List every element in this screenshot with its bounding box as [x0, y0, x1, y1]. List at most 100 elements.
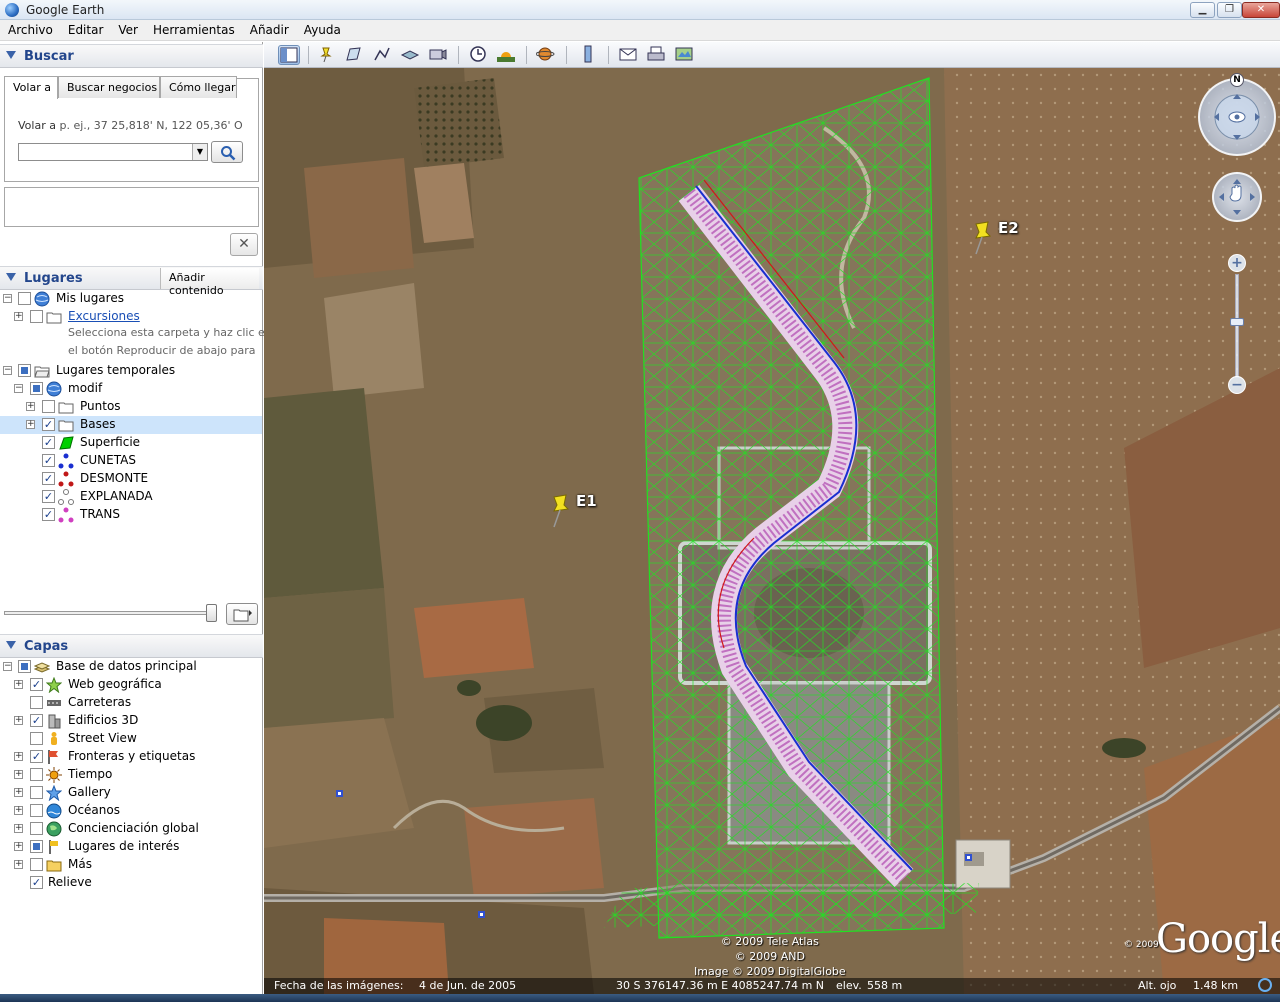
tree-item-superficie[interactable]: ✓ Superficie — [0, 434, 262, 452]
tree-item-trans[interactable]: ✓ TRANS — [0, 506, 262, 524]
checkbox[interactable] — [30, 786, 43, 799]
checkbox[interactable]: ✓ — [42, 490, 55, 503]
close-button[interactable]: ✕ — [1242, 2, 1280, 18]
tree-item-cunetas[interactable]: ✓ CUNETAS — [0, 452, 262, 470]
checkbox[interactable]: ✓ — [30, 678, 43, 691]
tab-volar-a[interactable]: Volar a — [4, 76, 58, 99]
add-overlay-button[interactable] — [400, 45, 422, 65]
point-marker[interactable] — [336, 790, 343, 797]
zoom-slider-handle[interactable] — [1230, 318, 1244, 326]
checkbox[interactable] — [30, 822, 43, 835]
tree-item-modif[interactable]: − modif — [0, 380, 262, 398]
point-marker[interactable] — [965, 854, 972, 861]
expand-toggle[interactable]: + — [14, 842, 23, 851]
checkbox[interactable]: ✓ — [42, 472, 55, 485]
tree-item-lugares-temporales[interactable]: − Lugares temporales — [0, 362, 262, 380]
maximize-button[interactable]: ❐ — [1217, 2, 1242, 18]
ruler-button[interactable] — [578, 45, 600, 65]
checkbox[interactable] — [42, 400, 55, 413]
collapse-toggle[interactable]: − — [3, 662, 12, 671]
checkbox[interactable]: ✓ — [30, 750, 43, 763]
menu-editar[interactable]: Editar — [60, 20, 111, 40]
checkbox[interactable]: ✓ — [42, 436, 55, 449]
email-button[interactable] — [618, 45, 640, 65]
checkbox[interactable] — [30, 310, 43, 323]
checkbox[interactable]: ✓ — [30, 876, 43, 889]
expand-toggle[interactable]: + — [14, 312, 23, 321]
pushpin-icon[interactable] — [548, 493, 574, 533]
compass-north[interactable]: N — [1230, 73, 1244, 87]
search-section-header[interactable]: Buscar — [0, 44, 263, 68]
layer-lugares-interes[interactable]: + Lugares de interés — [0, 838, 262, 856]
checkbox[interactable] — [30, 382, 43, 395]
menu-ver[interactable]: Ver — [110, 20, 145, 40]
layer-street-view[interactable]: Street View — [0, 730, 262, 748]
add-placemark-button[interactable] — [316, 45, 338, 65]
point-marker[interactable] — [478, 911, 485, 918]
tour-slider-track[interactable] — [4, 611, 216, 615]
expand-toggle[interactable]: + — [14, 806, 23, 815]
layers-section-header[interactable]: Capas — [0, 634, 263, 658]
zoom-in-button[interactable]: + — [1228, 254, 1246, 272]
add-content-button[interactable]: Añadir contenido — [160, 268, 259, 297]
clear-search-button[interactable]: ✕ — [230, 233, 258, 256]
expand-toggle[interactable]: + — [14, 788, 23, 797]
checkbox[interactable] — [18, 292, 31, 305]
sidebar-toggle-button[interactable] — [278, 45, 300, 65]
map-view[interactable]: E1 E2 N + − © 2009 Tele Atlas © 2009 AND… — [264, 68, 1280, 994]
collapse-toggle[interactable]: − — [3, 366, 12, 375]
search-results[interactable] — [4, 187, 259, 227]
checkbox[interactable] — [30, 732, 43, 745]
tab-buscar-negocios[interactable]: Buscar negocios — [58, 76, 160, 98]
historical-imagery-button[interactable] — [468, 45, 490, 65]
checkbox[interactable] — [18, 660, 31, 673]
layer-gallery[interactable]: + Gallery — [0, 784, 262, 802]
checkbox[interactable]: ✓ — [30, 714, 43, 727]
expand-toggle[interactable]: + — [14, 752, 23, 761]
layer-oceanos[interactable]: + Océanos — [0, 802, 262, 820]
chevron-down-icon[interactable]: ▼ — [192, 144, 207, 160]
checkbox[interactable] — [30, 768, 43, 781]
tab-como-llegar[interactable]: Cómo llegar — [160, 76, 237, 98]
look-control[interactable] — [1198, 78, 1276, 156]
placemark-label-e1[interactable]: E1 — [576, 492, 597, 510]
menu-anadir[interactable]: Añadir — [242, 20, 296, 40]
checkbox[interactable]: ✓ — [42, 508, 55, 521]
expand-toggle[interactable]: + — [26, 420, 35, 429]
move-control[interactable] — [1212, 172, 1262, 222]
tree-label[interactable]: Excursiones — [68, 309, 140, 323]
expand-toggle[interactable]: + — [26, 402, 35, 411]
print-button[interactable] — [646, 45, 668, 65]
layer-fronteras[interactable]: + ✓ Fronteras y etiquetas — [0, 748, 262, 766]
expand-toggle[interactable]: + — [14, 860, 23, 869]
expand-toggle[interactable]: + — [14, 824, 23, 833]
checkbox[interactable] — [18, 364, 31, 377]
planet-switch-button[interactable] — [535, 45, 558, 65]
add-polygon-button[interactable] — [344, 45, 366, 65]
menu-herramientas[interactable]: Herramientas — [145, 20, 242, 40]
checkbox[interactable] — [30, 804, 43, 817]
checkbox[interactable] — [30, 858, 43, 871]
layer-web-geografica[interactable]: + ✓ Web geográfica — [0, 676, 262, 694]
layer-tiempo[interactable]: + Tiempo — [0, 766, 262, 784]
layer-concienciacion[interactable]: + Concienciación global — [0, 820, 262, 838]
tour-button[interactable] — [226, 603, 258, 625]
layer-relieve[interactable]: ✓ Relieve — [0, 874, 262, 892]
collapse-toggle[interactable]: − — [14, 384, 23, 393]
menu-archivo[interactable]: Archivo — [0, 20, 60, 40]
search-button[interactable] — [211, 141, 243, 163]
expand-toggle[interactable]: + — [14, 770, 23, 779]
checkbox[interactable]: ✓ — [42, 418, 55, 431]
minimize-button[interactable]: ▁ — [1190, 2, 1215, 18]
record-tour-button[interactable] — [428, 45, 450, 65]
checkbox[interactable] — [30, 696, 43, 709]
tour-slider-handle[interactable] — [206, 604, 217, 622]
tree-item-puntos[interactable]: + Puntos — [0, 398, 262, 416]
checkbox[interactable]: ✓ — [42, 454, 55, 467]
checkbox[interactable] — [30, 840, 43, 853]
layer-base-datos[interactable]: − Base de datos principal — [0, 658, 262, 676]
expand-toggle[interactable]: + — [14, 716, 23, 725]
view-in-maps-button[interactable] — [674, 45, 696, 65]
menu-ayuda[interactable]: Ayuda — [296, 20, 348, 40]
tree-item-explanada[interactable]: ✓ EXPLANADA — [0, 488, 262, 506]
